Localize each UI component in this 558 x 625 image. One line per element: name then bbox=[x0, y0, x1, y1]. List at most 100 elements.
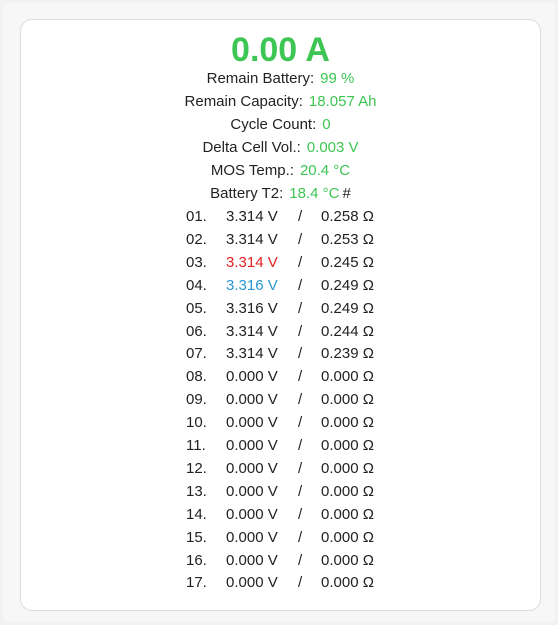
stat-value: 0 bbox=[322, 116, 331, 133]
stat-label: Battery T2: bbox=[210, 185, 284, 202]
dashboard-background: 0.00 A Remain Battery: 99 % Remain Capacit… bbox=[3, 3, 555, 622]
cell-resistance: 0.000 Ω bbox=[321, 529, 374, 546]
cell-voltage: 3.316 V bbox=[226, 277, 278, 294]
cell-separator: / bbox=[298, 506, 303, 523]
stat-remain-battery: Remain Battery: 99 % bbox=[21, 69, 540, 89]
stat-value: 20.4 °C bbox=[299, 162, 351, 179]
cell-separator: / bbox=[298, 437, 303, 454]
cell-separator: / bbox=[298, 208, 303, 225]
cell-resistance: 0.000 Ω bbox=[321, 437, 374, 454]
cell-resistance: 0.258 Ω bbox=[321, 208, 374, 225]
cell-row: 10. 0.000 V / 0.000 Ω bbox=[21, 413, 542, 433]
cell-separator: / bbox=[298, 414, 303, 431]
cell-separator: / bbox=[298, 277, 303, 294]
cell-row: 09. 0.000 V / 0.000 Ω bbox=[21, 390, 542, 410]
cell-voltage: 0.000 V bbox=[226, 552, 278, 569]
bms-card: 0.00 A Remain Battery: 99 % Remain Capacit… bbox=[20, 19, 541, 611]
cell-index: 06. bbox=[186, 323, 207, 340]
cell-index: 05. bbox=[186, 300, 207, 317]
cell-resistance: 0.000 Ω bbox=[321, 368, 374, 385]
cell-index: 14. bbox=[186, 506, 207, 523]
cell-resistance: 0.000 Ω bbox=[321, 552, 374, 569]
stat-label: Remain Capacity: bbox=[184, 93, 303, 110]
cell-separator: / bbox=[298, 529, 303, 546]
stat-value: 99 % bbox=[320, 70, 355, 87]
stat-label: Cycle Count: bbox=[230, 116, 317, 133]
cell-voltage: 0.000 V bbox=[226, 460, 278, 477]
cell-resistance: 0.000 Ω bbox=[321, 460, 374, 477]
cell-voltage: 0.000 V bbox=[226, 529, 278, 546]
cell-separator: / bbox=[298, 483, 303, 500]
cell-index: 01. bbox=[186, 208, 207, 225]
cell-row: 17. 0.000 V / 0.000 Ω bbox=[21, 573, 542, 593]
cell-index: 11. bbox=[186, 437, 206, 454]
stat-value: 0.003 V bbox=[306, 139, 359, 156]
cell-row: 14. 0.000 V / 0.000 Ω bbox=[21, 505, 542, 525]
cell-separator: / bbox=[298, 391, 303, 408]
cell-voltage: 0.000 V bbox=[226, 574, 278, 591]
cell-row: 08. 0.000 V / 0.000 Ω bbox=[21, 367, 542, 387]
cell-resistance: 0.000 Ω bbox=[321, 414, 374, 431]
cell-row: 15. 0.000 V / 0.000 Ω bbox=[21, 528, 542, 548]
cell-row: 13. 0.000 V / 0.000 Ω bbox=[21, 482, 542, 502]
cell-voltage: 3.314 V bbox=[226, 208, 278, 225]
cell-index: 07. bbox=[186, 345, 207, 362]
cell-row: 01. 3.314 V / 0.258 Ω bbox=[21, 207, 542, 227]
cell-index: 16. bbox=[186, 552, 207, 569]
cell-voltage: 3.314 V bbox=[226, 254, 278, 271]
cell-separator: / bbox=[298, 368, 303, 385]
cell-resistance: 0.244 Ω bbox=[321, 323, 374, 340]
cell-separator: / bbox=[298, 574, 303, 591]
stat-value: 18.4 °C bbox=[289, 185, 340, 202]
cell-row: 06. 3.314 V / 0.244 Ω bbox=[21, 322, 542, 342]
cell-index: 15. bbox=[186, 529, 207, 546]
cell-index: 12. bbox=[186, 460, 207, 477]
cell-voltage: 3.314 V bbox=[226, 345, 278, 362]
cell-voltage: 3.314 V bbox=[226, 323, 278, 340]
cell-voltage: 3.316 V bbox=[226, 300, 278, 317]
cell-row: 16. 0.000 V / 0.000 Ω bbox=[21, 551, 542, 571]
cell-resistance: 0.000 Ω bbox=[321, 483, 374, 500]
cell-resistance: 0.253 Ω bbox=[321, 231, 374, 248]
cell-voltage: 0.000 V bbox=[226, 506, 278, 523]
cell-separator: / bbox=[298, 300, 303, 317]
cell-separator: / bbox=[298, 231, 303, 248]
stat-suffix: # bbox=[342, 185, 351, 202]
cell-resistance: 0.000 Ω bbox=[321, 391, 374, 408]
cell-row: 12. 0.000 V / 0.000 Ω bbox=[21, 459, 542, 479]
cell-row: 02. 3.314 V / 0.253 Ω bbox=[21, 230, 542, 250]
stat-label: Delta Cell Vol.: bbox=[202, 139, 301, 156]
stat-mos-temp: MOS Temp.: 20.4 °C bbox=[21, 161, 540, 181]
cell-resistance: 0.239 Ω bbox=[321, 345, 374, 362]
cell-resistance: 0.245 Ω bbox=[321, 254, 374, 271]
stat-remain-capacity: Remain Capacity: 18.057 Ah bbox=[21, 92, 540, 112]
cell-voltage: 0.000 V bbox=[226, 391, 278, 408]
cell-resistance: 0.000 Ω bbox=[321, 506, 374, 523]
cell-separator: / bbox=[298, 254, 303, 271]
cell-index: 09. bbox=[186, 391, 207, 408]
cell-resistance: 0.249 Ω bbox=[321, 277, 374, 294]
cell-separator: / bbox=[298, 323, 303, 340]
cell-index: 08. bbox=[186, 368, 207, 385]
cell-voltage: 0.000 V bbox=[226, 437, 278, 454]
cell-separator: / bbox=[298, 345, 303, 362]
cell-index: 13. bbox=[186, 483, 207, 500]
cell-resistance: 0.000 Ω bbox=[321, 574, 374, 591]
stat-battery-t2: Battery T2: 18.4 °C # bbox=[21, 184, 540, 204]
cell-row: 04. 3.316 V / 0.249 Ω bbox=[21, 276, 542, 296]
stat-label: Remain Battery: bbox=[206, 70, 315, 87]
stat-cycle-count: Cycle Count: 0 bbox=[21, 115, 540, 135]
cell-index: 02. bbox=[186, 231, 207, 248]
stat-label: MOS Temp.: bbox=[210, 162, 294, 179]
cell-row: 11. 0.000 V / 0.000 Ω bbox=[21, 436, 542, 456]
page: 0.00 A Remain Battery: 99 % Remain Capacit… bbox=[0, 0, 558, 625]
stat-delta-cell-voltage: Delta Cell Vol.: 0.003 V bbox=[21, 138, 540, 158]
cell-index: 17. bbox=[186, 574, 207, 591]
cell-voltage: 0.000 V bbox=[226, 414, 278, 431]
cell-row: 07. 3.314 V / 0.239 Ω bbox=[21, 344, 542, 364]
cell-resistance: 0.249 Ω bbox=[321, 300, 374, 317]
cell-row: 03. 3.314 V / 0.245 Ω bbox=[21, 253, 542, 273]
cell-separator: / bbox=[298, 460, 303, 477]
stat-value: 18.057 Ah bbox=[308, 93, 377, 110]
cell-index: 04. bbox=[186, 277, 207, 294]
